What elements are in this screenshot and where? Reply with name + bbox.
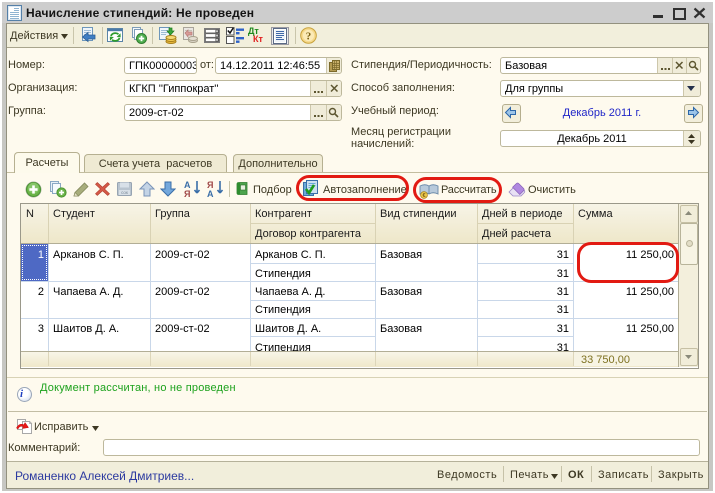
svg-text:сок: сок (121, 190, 128, 195)
svg-text:?: ? (306, 31, 312, 43)
svg-text:А: А (207, 189, 214, 198)
svg-text:Я: Я (184, 189, 190, 198)
